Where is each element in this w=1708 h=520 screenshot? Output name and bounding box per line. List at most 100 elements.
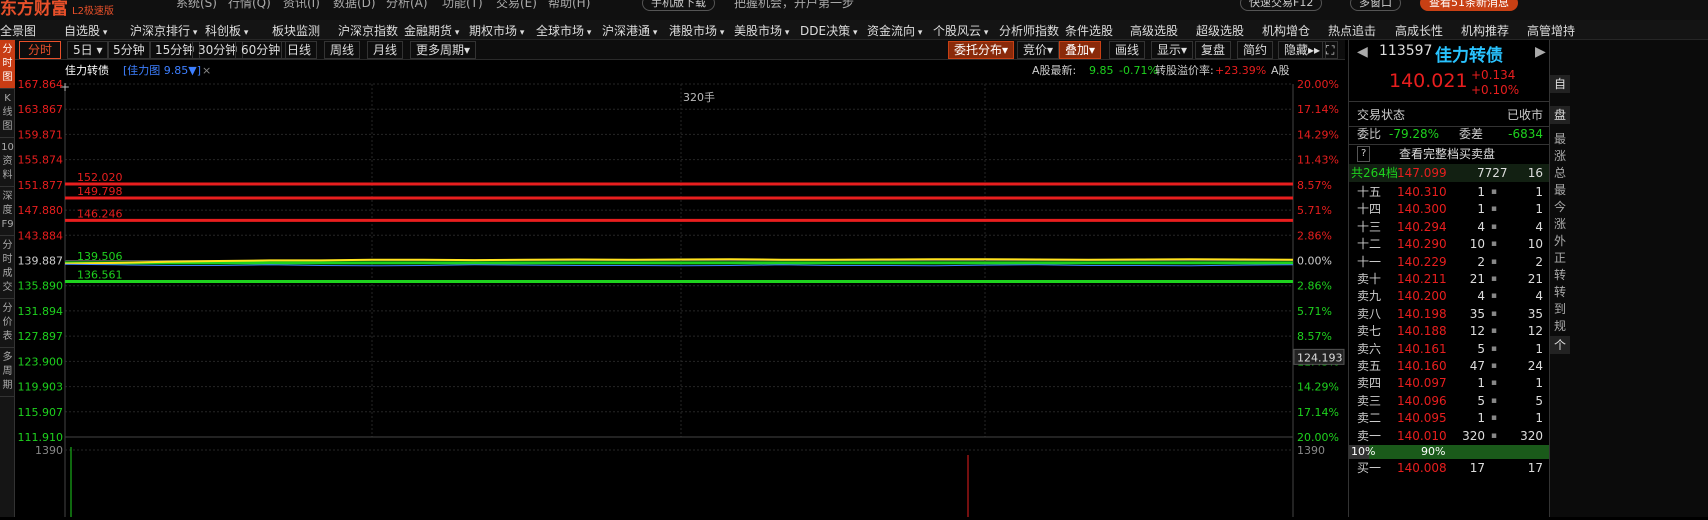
menubar-item-6[interactable]: 金融期货 ▾: [404, 22, 459, 39]
overlay-button[interactable]: 叠加▾: [1059, 41, 1102, 59]
ask-price[interactable]: 140.229: [1397, 254, 1447, 271]
plus-icon[interactable]: +: [60, 80, 70, 94]
menubar-item-19[interactable]: 机构增仓: [1262, 22, 1310, 39]
multi-window-button[interactable]: 多窗口: [1350, 0, 1401, 11]
menubar-item-11[interactable]: 美股市场 ▾: [734, 22, 789, 39]
menubar-item-0[interactable]: 全景图: [0, 22, 36, 39]
menubar-item-14[interactable]: 个股风云 ▾: [933, 22, 988, 39]
ask-price[interactable]: 140.300: [1397, 201, 1447, 218]
menubar-item-3[interactable]: 科创板 ▾: [205, 22, 248, 39]
menu-help[interactable]: 帮助(H): [548, 0, 590, 11]
period-5day[interactable]: 5日 ▾: [67, 41, 109, 59]
ask-price[interactable]: 140.198: [1397, 306, 1447, 323]
display-button[interactable]: 显示▾: [1151, 41, 1194, 59]
side-footer-tab[interactable]: 个: [1550, 336, 1570, 354]
menu-data[interactable]: 数据(D): [333, 0, 376, 11]
menu-news[interactable]: 资讯(I): [283, 0, 320, 11]
menu-quote[interactable]: 行情(Q): [228, 0, 271, 11]
menubar-item-7[interactable]: 期权市场 ▾: [469, 22, 524, 39]
period-5min[interactable]: 5分钟: [107, 41, 151, 59]
ask-price[interactable]: 140.294: [1397, 219, 1447, 236]
menubar-item-2[interactable]: 沪深京排行 ▾: [130, 22, 197, 39]
menubar-item-13[interactable]: 资金流向 ▾: [867, 22, 922, 39]
bid-price[interactable]: 140.008: [1397, 460, 1447, 477]
next-arrow-icon[interactable]: ▶: [1535, 44, 1546, 60]
menubar-item-17[interactable]: 高级选股: [1130, 22, 1178, 39]
view-tab-1[interactable]: K 线 图: [0, 89, 15, 138]
period-monthly[interactable]: 月线: [367, 41, 404, 59]
side-top-tab[interactable]: 自: [1550, 75, 1570, 93]
period-intraday[interactable]: 分时: [19, 41, 61, 59]
ask-price[interactable]: 140.010: [1397, 428, 1447, 445]
full-book-link[interactable]: 查看完整档买卖盘: [1399, 146, 1495, 163]
view-tab-5[interactable]: 分 价 表: [0, 299, 15, 348]
menubar-item-22[interactable]: 机构推荐: [1461, 22, 1509, 39]
overlay-label[interactable]: [佳力图 9.85▼]: [123, 63, 201, 77]
menubar-item-16[interactable]: 条件选股: [1065, 22, 1113, 39]
chevron-down-icon: ▾: [584, 28, 592, 38]
ask-volume: 47: [1469, 359, 1485, 373]
view-tab-4[interactable]: 分 时 成 交: [0, 236, 15, 299]
side-info-item: 涨: [1553, 217, 1566, 231]
period-daily[interactable]: 日线: [281, 41, 318, 59]
menubar-item-18[interactable]: 超级选股: [1196, 22, 1244, 39]
menubar-item-20[interactable]: 热点追击: [1328, 22, 1376, 39]
chart-canvas[interactable]: 152.020149.798 146.246 139.506 136.561 167.…: [15, 60, 1345, 517]
menubar-item-4[interactable]: 板块监测: [272, 22, 320, 39]
ask-price[interactable]: 140.290: [1397, 236, 1447, 253]
menubar-item-21[interactable]: 高成长性: [1395, 22, 1443, 39]
ask-price[interactable]: 140.200: [1397, 288, 1447, 305]
replay-button[interactable]: 复盘: [1195, 41, 1232, 59]
wc-value: -6834: [1508, 127, 1543, 141]
menu-system[interactable]: 系统(S): [176, 0, 217, 11]
menu-trade[interactable]: 交易(E): [496, 0, 537, 11]
menubar-item-10[interactable]: 港股市场 ▾: [669, 22, 724, 39]
order-distribution-button[interactable]: 委托分布▾: [948, 41, 1015, 59]
slogan-link[interactable]: 把握机会，开户第一步: [734, 0, 854, 11]
period-weekly[interactable]: 周线: [324, 41, 361, 59]
side-info-item: 总: [1553, 166, 1566, 180]
close-icon[interactable]: ×: [202, 64, 211, 77]
view-tab-6[interactable]: 多 周 期: [0, 348, 15, 397]
pct-tick-label: 17.14%: [1297, 406, 1339, 419]
ask-price[interactable]: 140.161: [1397, 341, 1447, 358]
help-icon[interactable]: ?: [1357, 146, 1371, 162]
ask-price[interactable]: 140.097: [1397, 375, 1447, 392]
mobile-download-button[interactable]: 手机版下载: [642, 0, 715, 11]
simple-button[interactable]: 简约: [1237, 41, 1274, 59]
menubar-item-15[interactable]: 分析师指数: [999, 22, 1059, 39]
menu-function[interactable]: 功能(T): [442, 0, 483, 11]
menubar-item-9[interactable]: 沪深港通 ▾: [602, 22, 657, 39]
ask-price[interactable]: 140.096: [1397, 393, 1447, 410]
fullscreen-icon[interactable]: ⛶: [1322, 41, 1339, 59]
hide-button[interactable]: 隐藏▸▸: [1278, 41, 1327, 59]
menubar-item-23[interactable]: 高管增持: [1527, 22, 1575, 39]
ask-price[interactable]: 140.160: [1397, 358, 1447, 375]
price-tick-label: 143.884: [18, 229, 64, 242]
auction-button[interactable]: 竞价▾: [1017, 41, 1060, 59]
ask-price[interactable]: 140.211: [1397, 271, 1447, 288]
ask-price[interactable]: 140.188: [1397, 323, 1447, 340]
draw-line-button[interactable]: 画线: [1109, 41, 1146, 59]
new-messages-button[interactable]: 查看51条新消息: [1420, 0, 1518, 11]
side-tab-panel[interactable]: 盘: [1550, 106, 1570, 124]
level-label: 146.246: [77, 207, 123, 220]
ask-price[interactable]: 140.095: [1397, 410, 1447, 427]
period-more[interactable]: 更多周期▾: [410, 41, 477, 59]
ask-price[interactable]: 140.310: [1397, 184, 1447, 201]
period-60min[interactable]: 60分钟: [235, 41, 287, 59]
quick-trade-button[interactable]: 快速交易F12: [1240, 0, 1323, 11]
main-menu-bar: 全景图 自选股 ▾ 沪深京排行 ▾ 科创板 ▾ 板块监测 沪深京指数 金融期货 ▾ 期权市场 …: [0, 20, 1708, 40]
menubar-item-8[interactable]: 全球市场 ▾: [536, 22, 591, 39]
prev-arrow-icon[interactable]: ◀: [1357, 44, 1368, 60]
view-tab-2[interactable]: 10 资 料: [0, 138, 15, 187]
view-tab-0[interactable]: 分 时 图: [0, 40, 15, 89]
menubar-item-1[interactable]: 自选股 ▾: [64, 22, 107, 39]
menu-analysis[interactable]: 分析(A): [386, 0, 428, 11]
total-volume-2: 16: [1527, 166, 1543, 180]
view-tab-3[interactable]: 深 度 F9: [0, 187, 15, 236]
price-tick-label: 115.907: [18, 406, 64, 419]
menubar-item-12[interactable]: DDE决策 ▾: [800, 22, 857, 39]
bar-icon: ▪: [1490, 204, 1497, 215]
menubar-item-5[interactable]: 沪深京指数: [338, 22, 398, 39]
